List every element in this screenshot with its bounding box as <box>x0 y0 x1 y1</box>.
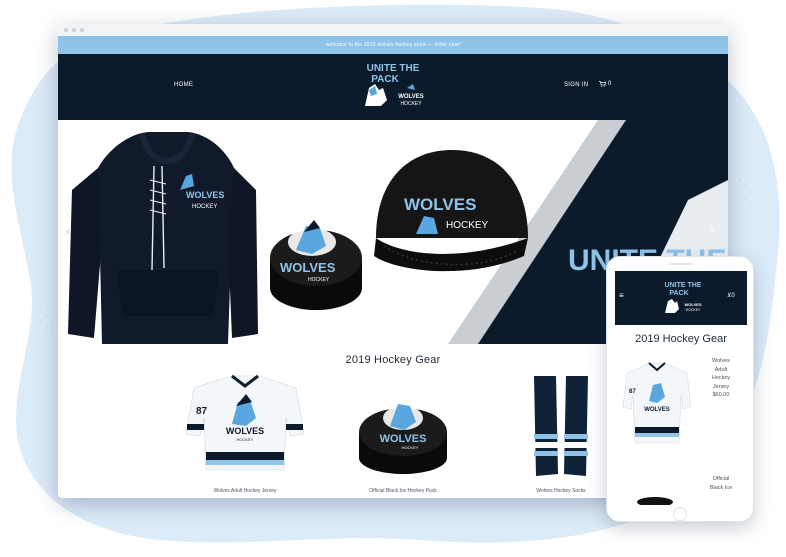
chevron-right-icon[interactable]: › <box>710 220 715 236</box>
hoodie-product-image: WOLVES HOCKEY <box>68 132 258 344</box>
product-card[interactable]: WOLVES HOCKEY 87 Wolves Adult Hockey Jer… <box>170 374 320 498</box>
svg-text:UNITE THE: UNITE THE <box>665 282 702 289</box>
mobile-jersey-image[interactable]: WOLVES 87 <box>619 361 695 451</box>
phone-mockup: ≡ UNITE THE PACK WOLVES HOCKEY ⊻0 2019 H… <box>606 256 754 522</box>
logo-sport: HOCKEY <box>400 101 422 107</box>
svg-text:WOLVES: WOLVES <box>380 433 427 445</box>
cart-icon <box>599 81 606 87</box>
svg-text:WOLVES: WOLVES <box>186 190 224 200</box>
puck-product-image: WOLVES HOCKEY <box>270 220 362 310</box>
logo-line1: UNITE THE <box>367 63 420 74</box>
wolf-logo-icon <box>365 84 387 106</box>
product-name[interactable]: Wolves Adult Hockey Jersey <box>170 488 320 494</box>
mobile-puck-image[interactable] <box>637 497 673 505</box>
window-dot[interactable] <box>80 28 84 32</box>
phone-speaker <box>669 263 693 265</box>
nav-cart-button[interactable]: 0 <box>599 81 611 87</box>
mobile-header: ≡ UNITE THE PACK WOLVES HOCKEY ⊻0 <box>615 271 747 325</box>
svg-text:WOLVES: WOLVES <box>404 195 476 214</box>
svg-text:PACK: PACK <box>669 290 688 297</box>
mobile-next-product-name[interactable]: Official Black Ice <box>701 475 741 492</box>
mobile-product-price: $60.00 <box>712 392 730 398</box>
svg-text:HOCKEY: HOCKEY <box>192 204 217 210</box>
window-dot[interactable] <box>72 28 76 32</box>
nav-home-link[interactable]: HOME <box>174 82 193 88</box>
svg-text:87: 87 <box>629 389 636 395</box>
mobile-logo[interactable]: UNITE THE PACK WOLVES HOCKEY <box>659 279 707 317</box>
svg-text:WOLVES: WOLVES <box>684 302 701 307</box>
mobile-product-name[interactable]: Wolves Adult Hockey Jersey $60.00 <box>701 357 741 400</box>
logo-line2: PACK <box>371 74 399 85</box>
svg-text:87: 87 <box>196 406 208 417</box>
chevron-left-icon[interactable]: ‹ <box>66 224 70 238</box>
mobile-section-title: 2019 Hockey Gear <box>635 333 727 345</box>
announcement-text: welcome to the 2019 wolves hockey store … <box>325 42 461 48</box>
site-header: HOME UNITE THE PACK WOLVES HOCKEY SIGN I… <box>58 54 728 120</box>
puck-product-image: WOLVES HOCKEY <box>359 404 447 474</box>
window-dot[interactable] <box>64 28 68 32</box>
svg-text:WOLVES: WOLVES <box>226 426 264 436</box>
menu-icon[interactable]: ≡ <box>619 291 624 300</box>
svg-text:HOCKEY: HOCKEY <box>446 220 489 231</box>
svg-text:WOLVES: WOLVES <box>280 260 336 275</box>
logo-team: WOLVES <box>398 94 424 100</box>
product-name[interactable]: Official Black Ice Hockey Puck <box>328 488 478 494</box>
svg-text:WOLVES: WOLVES <box>644 407 670 413</box>
jersey-product-image: WOLVES HOCKEY 87 <box>185 374 305 471</box>
svg-text:HOCKEY: HOCKEY <box>308 277 330 283</box>
nav-signin-link[interactable]: SIGN IN <box>564 82 588 88</box>
browser-titlebar <box>58 24 728 36</box>
cap-product-image: WOLVES HOCKEY <box>374 150 528 272</box>
mobile-cart-button[interactable]: ⊻0 <box>727 292 735 299</box>
svg-text:HOCKEY: HOCKEY <box>686 308 701 312</box>
phone-home-button[interactable] <box>673 507 687 521</box>
announcement-bar: welcome to the 2019 wolves hockey store … <box>58 36 728 54</box>
svg-text:HOCKEY: HOCKEY <box>237 437 254 442</box>
site-logo[interactable]: UNITE THE PACK WOLVES HOCKEY <box>355 60 431 114</box>
svg-text:HOCKEY: HOCKEY <box>402 445 419 450</box>
product-card[interactable]: WOLVES HOCKEY Official Black Ice Hockey … <box>328 374 478 498</box>
mobile-cart-count: 0 <box>731 293 735 299</box>
mobile-screen: ≡ UNITE THE PACK WOLVES HOCKEY ⊻0 2019 H… <box>615 271 747 505</box>
cart-count: 0 <box>608 81 612 87</box>
